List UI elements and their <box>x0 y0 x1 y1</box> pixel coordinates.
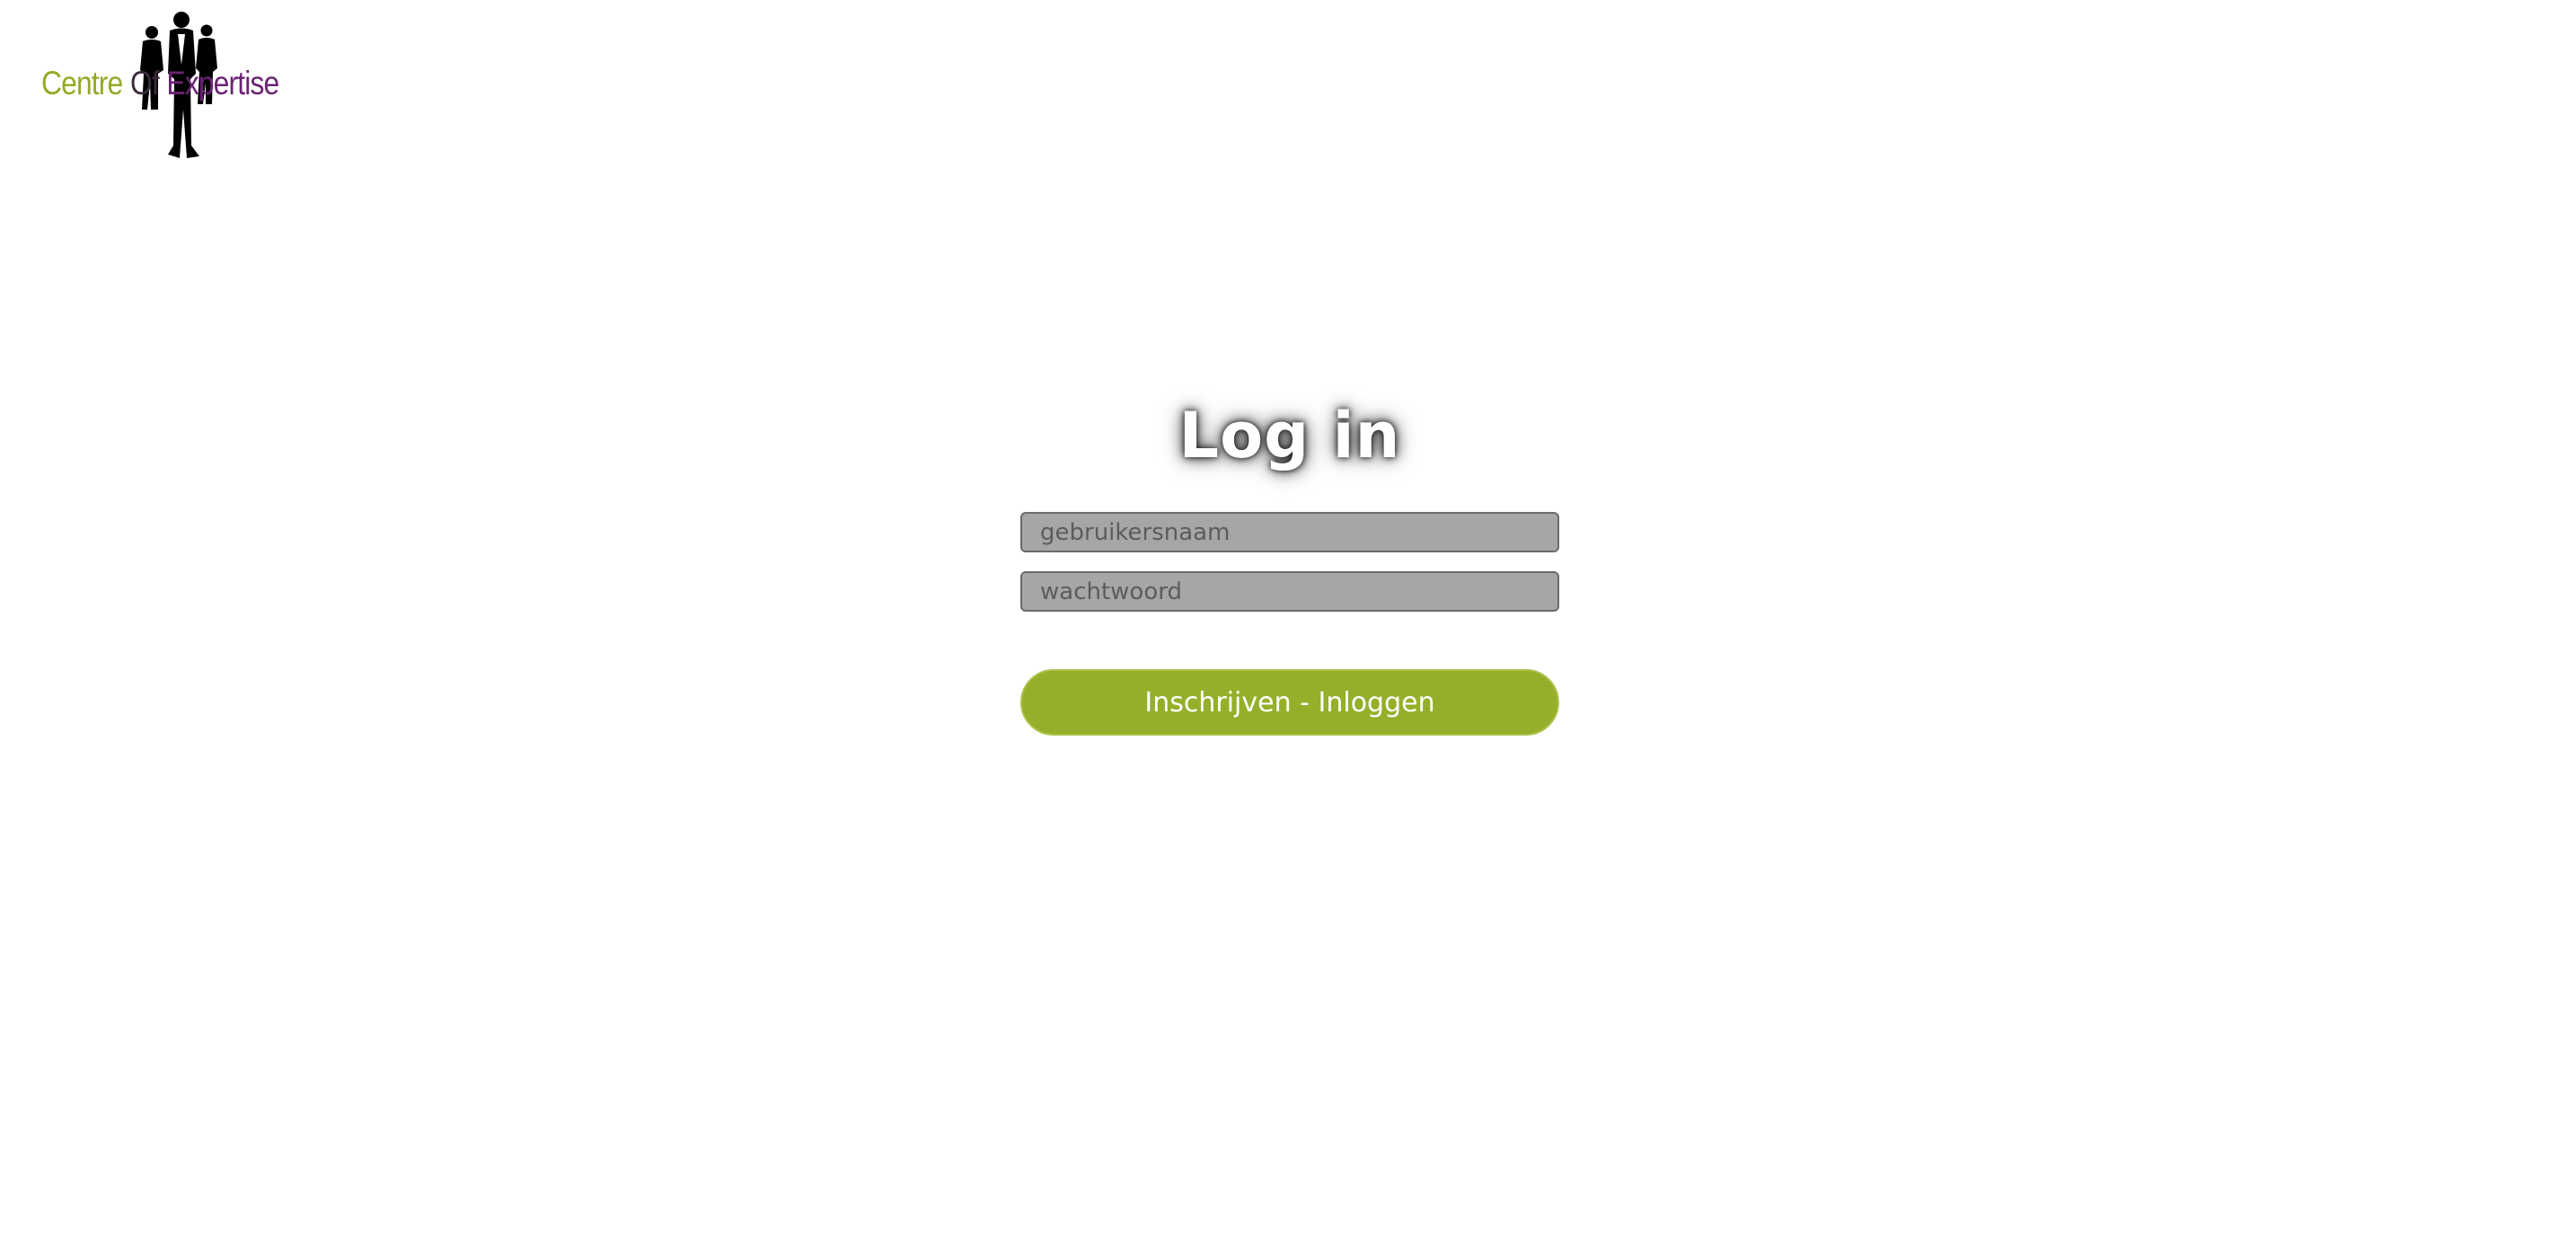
logo-word-of: Of <box>129 65 160 101</box>
login-form: Log in Inschrijven - Inloggen <box>1020 386 1559 736</box>
login-title: Log in <box>1178 399 1401 472</box>
site-logo[interactable]: Centre Of Expertise <box>40 11 300 163</box>
logo-word-centre: Centre <box>41 65 123 101</box>
logo-word-expertise: Expertise <box>166 65 279 101</box>
page: CentreOfExpertise Log in Inschrijven - I… <box>0 0 2576 1235</box>
password-input[interactable] <box>1020 571 1559 612</box>
logo-wordmark: Centre Of Expertise <box>41 65 279 102</box>
login-submit-button[interactable]: Inschrijven - Inloggen <box>1020 669 1559 736</box>
username-input[interactable] <box>1020 512 1559 552</box>
